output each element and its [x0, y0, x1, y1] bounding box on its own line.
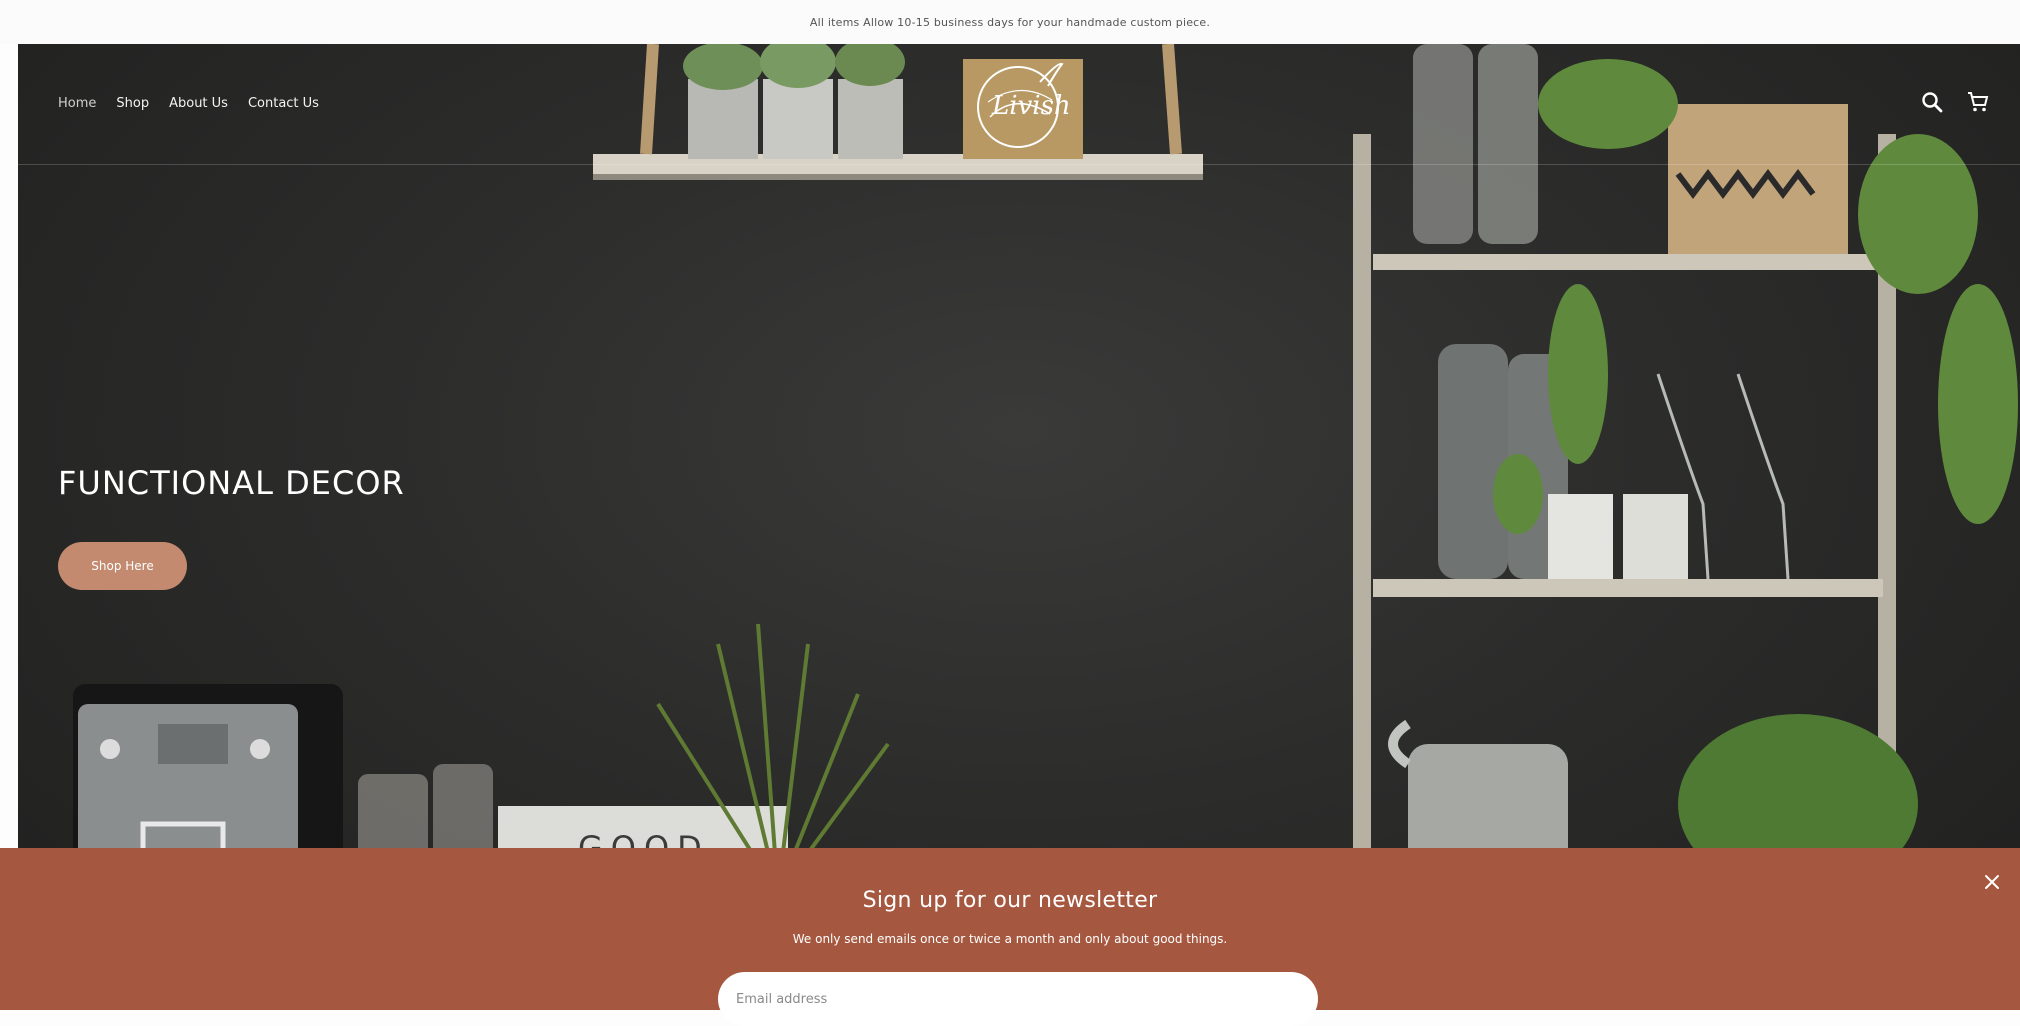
nav-contact-link[interactable]: Contact Us [248, 96, 319, 111]
cart-icon[interactable] [1966, 90, 1990, 114]
site-header: Home Shop About Us Contact Us Livish [18, 44, 2020, 165]
newsletter-title: Sign up for our newsletter [862, 888, 1158, 913]
main-nav: Home Shop About Us Contact Us [58, 96, 319, 111]
announcement-text: All items Allow 10-15 business days for … [809, 15, 1211, 29]
nav-shop-link[interactable]: Shop [116, 96, 149, 111]
shop-here-button[interactable]: Shop Here [58, 542, 187, 590]
nav-home-link[interactable]: Home [58, 96, 96, 111]
hero-title: FUNCTIONAL DECOR [58, 464, 405, 502]
close-icon[interactable] [1980, 870, 2004, 894]
newsletter-subtitle: We only send emails once or twice a mont… [792, 932, 1228, 946]
newsletter-popup: Sign up for our newsletter We only send … [0, 848, 2020, 1026]
nav-about-link[interactable]: About Us [169, 96, 228, 111]
brand-logo[interactable]: Livish [970, 52, 1070, 158]
announcement-bar: All items Allow 10-15 business days for … [0, 0, 2020, 44]
header-actions [1920, 90, 1990, 114]
logo-text: Livish [991, 91, 1070, 121]
email-field[interactable] [718, 972, 1318, 1026]
search-icon[interactable] [1920, 90, 1944, 114]
